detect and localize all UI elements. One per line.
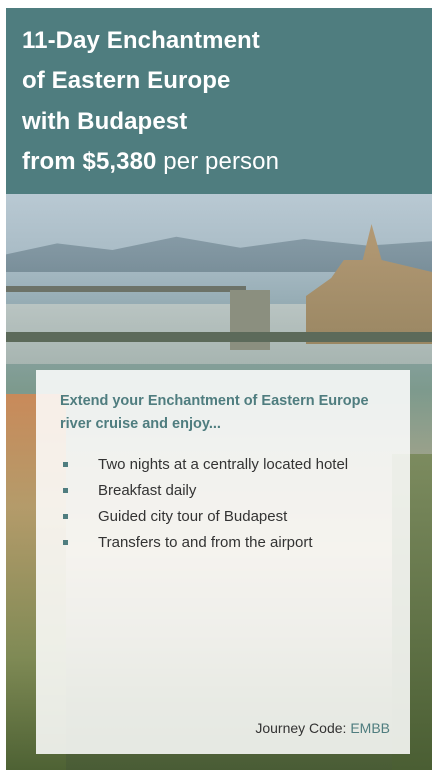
promo-header: 11-Day Enchantment of Eastern Europe wit… [6,8,432,194]
journey-code: Journey Code: EMBB [255,720,390,736]
list-item: Transfers to and from the airport [60,532,390,554]
price: from $5,380 [22,148,157,175]
price-line: from $5,380 per person [22,147,279,177]
price-suffix: per person [163,148,280,175]
bullet-square-icon [63,540,68,545]
list-item: Breakfast daily [60,480,390,502]
list-item: Two nights at a centrally located hotel [60,454,390,476]
bullet-square-icon [63,462,68,467]
promo-card: 11-Day Enchantment of Eastern Europe wit… [6,8,432,770]
list-item: Guided city tour of Budapest [60,506,390,528]
offer-list: Two nights at a centrally located hotel … [60,454,390,558]
title-line-1: 11-Day Enchantment [22,27,260,54]
journey-code-value: EMBB [350,720,390,736]
title-line-3: with Budapest [22,108,188,135]
journey-code-label: Journey Code: [255,720,347,736]
title-line-2: of Eastern Europe [22,67,231,94]
list-item-text: Two nights at a centrally located hotel [98,456,349,473]
bullet-square-icon [63,514,68,519]
list-item-text: Guided city tour of Budapest [98,508,288,525]
list-item-text: Breakfast daily [98,482,197,499]
bullet-square-icon [63,488,68,493]
photo-far-bridge [6,286,246,292]
offer-headline: Extend your Enchantment of Eastern Europ… [60,393,369,432]
offer-panel: Extend your Enchantment of Eastern Europ… [36,370,410,754]
photo-chain-bridge [6,332,432,342]
list-item-text: Transfers to and from the airport [98,534,313,551]
